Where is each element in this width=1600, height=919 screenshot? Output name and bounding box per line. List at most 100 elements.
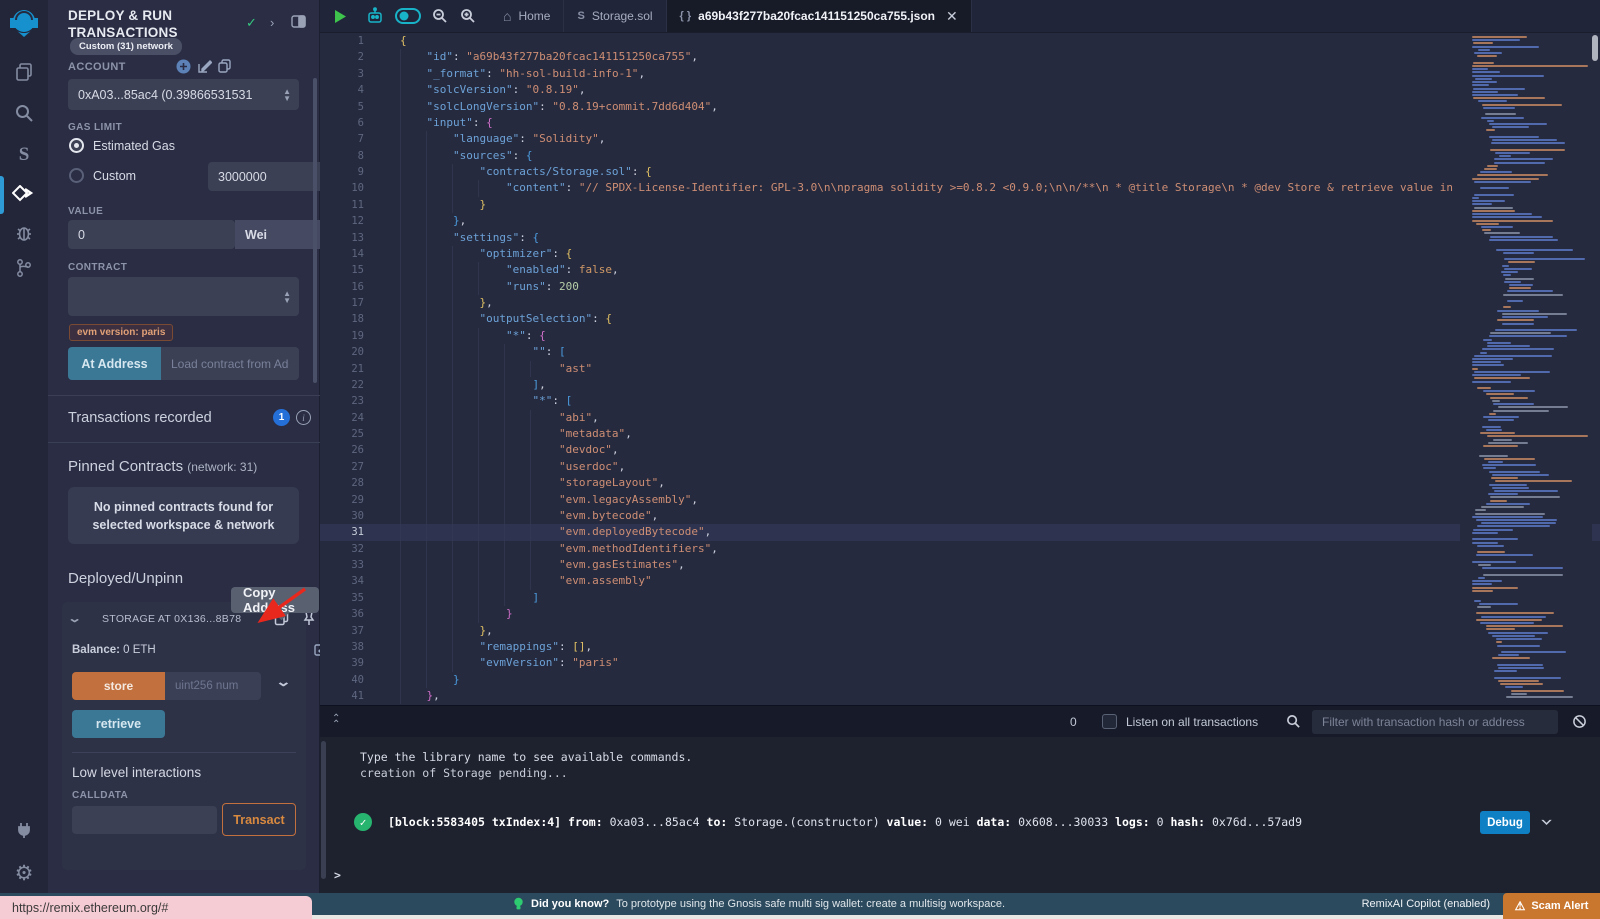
line-number[interactable]: 39 [320,655,384,671]
store-input[interactable]: uint256 num [165,672,261,700]
code-line[interactable]: 34 "evm.assembly" [320,573,1600,589]
line-number[interactable]: 24 [320,410,384,426]
tab-build-info-json[interactable]: { } a69b43f277ba20fcac141151250ca755.jso… [667,0,972,32]
code-line[interactable]: 3 "_format": "hh-sol-build-info-1", [320,66,1600,82]
transact-button[interactable]: Transact [222,803,296,836]
code-line[interactable]: 14 "optimizer": { [320,246,1600,262]
code-line[interactable]: 27 "userdoc", [320,459,1600,475]
account-select[interactable]: 0xA03...85ac4 (0.39866531531 ▲▼ [68,79,299,110]
code-editor[interactable]: 1{2 "id": "a69b43f277ba20fcac141151250ca… [320,33,1600,705]
custom-gas-radio[interactable] [69,168,84,183]
account-stepper-icon[interactable]: ▲▼ [283,88,291,102]
code-line[interactable]: 31 "evm.deployedBytecode", [320,524,1600,540]
expand-tx-icon[interactable]: ⌄ [1540,809,1554,827]
line-number[interactable]: 30 [320,508,384,524]
code-line[interactable]: 10 "content": "// SPDX-License-Identifie… [320,180,1600,196]
debugger-icon[interactable] [0,215,48,251]
line-number[interactable]: 14 [320,246,384,262]
code-line[interactable]: 11 } [320,197,1600,213]
line-number[interactable]: 12 [320,213,384,229]
clear-console-icon[interactable] [1572,714,1587,734]
code-line[interactable]: 26 "devdoc", [320,442,1600,458]
code-line[interactable]: 21 "ast" [320,361,1600,377]
line-number[interactable]: 5 [320,99,384,115]
code-line[interactable]: 8 "sources": { [320,148,1600,164]
code-line[interactable]: 15 "enabled": false, [320,262,1600,278]
plugin-manager-icon[interactable] [0,812,48,848]
zoom-out-icon[interactable] [426,0,454,32]
code-line[interactable]: 30 "evm.bytecode", [320,508,1600,524]
line-number[interactable]: 7 [320,131,384,147]
edit-account-icon[interactable] [198,59,212,78]
retrieve-button[interactable]: retrieve [72,710,165,738]
line-number[interactable]: 41 [320,688,384,704]
code-line[interactable]: 36 } [320,606,1600,622]
code-line[interactable]: 25 "metadata", [320,426,1600,442]
terminal-search-icon[interactable] [1286,714,1301,734]
line-number[interactable]: 13 [320,230,384,246]
tab-storage-sol[interactable]: S Storage.sol [564,0,666,32]
line-number[interactable]: 1 [320,33,384,49]
contract-select[interactable]: ▲▼ [68,277,299,316]
transactions-info-icon[interactable]: i [296,410,311,425]
expand-terminal-icon[interactable]: ⌃⌃ [332,716,340,728]
line-number[interactable]: 20 [320,344,384,360]
code-line[interactable]: 2 "id": "a69b43f277ba20fcac141151250ca75… [320,49,1600,65]
code-line[interactable]: 19 "*": { [320,328,1600,344]
solidity-compiler-icon[interactable]: S [0,137,48,173]
line-number[interactable]: 18 [320,311,384,327]
code-line[interactable]: 4 "solcVersion": "0.8.19", [320,82,1600,98]
line-number[interactable]: 26 [320,442,384,458]
code-line[interactable]: 7 "language": "Solidity", [320,131,1600,147]
line-number[interactable]: 11 [320,197,384,213]
line-number[interactable]: 27 [320,459,384,475]
code-line[interactable]: 41 }, [320,688,1600,704]
at-address-button[interactable]: At Address [68,347,161,380]
terminal-scrollbar[interactable] [321,741,326,879]
instance-collapse-icon[interactable]: ⌄ [67,612,82,625]
scam-alert-button[interactable]: ⚠ Scam Alert [1503,893,1600,919]
copy-account-icon[interactable] [218,59,231,78]
settings-gear-icon[interactable]: ⚙ [0,855,48,891]
code-line[interactable]: 6 "input": { [320,115,1600,131]
add-account-icon[interactable] [176,59,191,79]
remix-logo-icon[interactable] [0,5,48,41]
line-number[interactable]: 29 [320,492,384,508]
line-number[interactable]: 3 [320,66,384,82]
calldata-input[interactable] [72,806,217,834]
estimated-gas-radio[interactable] [69,138,84,153]
code-line[interactable]: 13 "settings": { [320,230,1600,246]
run-script-icon[interactable] [320,0,360,32]
code-line[interactable]: 28 "storageLayout", [320,475,1600,491]
ai-copilot-robot-icon[interactable] [360,0,390,32]
line-number[interactable]: 28 [320,475,384,491]
code-line[interactable]: 9 "contracts/Storage.sol": { [320,164,1600,180]
line-number[interactable]: 40 [320,672,384,688]
store-button[interactable]: store [72,672,165,700]
close-tab-icon[interactable]: ✕ [946,8,958,25]
line-number[interactable]: 9 [320,164,384,180]
copilot-status[interactable]: RemixAI Copilot (enabled) [1362,898,1490,910]
tab-home[interactable]: ⌂ Home [490,0,564,32]
code-line[interactable]: 12 }, [320,213,1600,229]
copilot-toggle-icon[interactable] [390,0,426,32]
code-line[interactable]: 33 "evm.gasEstimates", [320,557,1600,573]
value-input[interactable]: 0 [68,220,235,249]
minimap-slider[interactable] [1592,35,1598,61]
line-number[interactable]: 22 [320,377,384,393]
line-number[interactable]: 33 [320,557,384,573]
code-line[interactable]: 29 "evm.legacyAssembly", [320,492,1600,508]
code-line[interactable]: 1{ [320,33,1600,49]
line-number[interactable]: 36 [320,606,384,622]
git-icon[interactable] [0,250,48,286]
listen-checkbox[interactable] [1102,714,1117,729]
line-number[interactable]: 25 [320,426,384,442]
code-line[interactable]: 18 "outputSelection": { [320,311,1600,327]
line-number[interactable]: 35 [320,590,384,606]
minimap[interactable] [1460,33,1592,705]
file-explorer-icon[interactable] [0,54,48,90]
code-line[interactable]: 5 "solcLongVersion": "0.8.19+commit.7dd6… [320,99,1600,115]
contract-stepper-icon[interactable]: ▲▼ [283,290,291,304]
line-number[interactable]: 17 [320,295,384,311]
line-number[interactable]: 34 [320,573,384,589]
